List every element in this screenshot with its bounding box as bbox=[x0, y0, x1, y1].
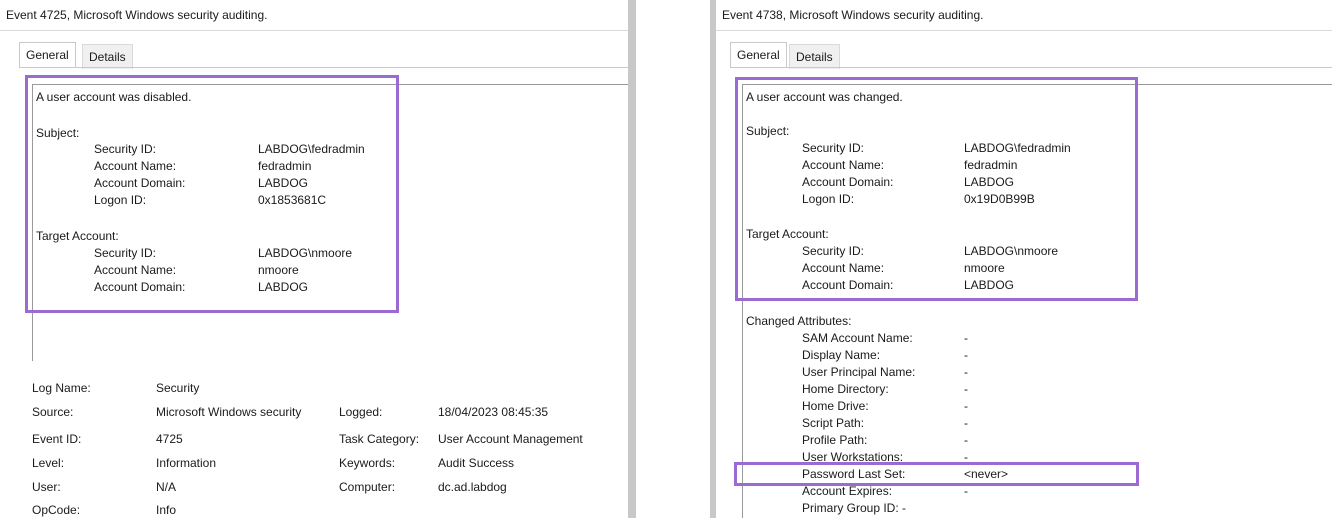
changed-attributes-heading: Changed Attributes: bbox=[746, 314, 852, 328]
right-tab-details[interactable]: Details bbox=[789, 44, 840, 69]
user-label: User: bbox=[32, 480, 61, 494]
home-directory-value: - bbox=[964, 382, 968, 396]
log-name-value: Security bbox=[156, 381, 200, 395]
right-highlight-box bbox=[735, 77, 1138, 301]
account-expires-value: - bbox=[964, 484, 968, 498]
left-tab-details[interactable]: Details bbox=[82, 44, 133, 69]
opcode-value: Info bbox=[156, 503, 177, 517]
logged-label: Logged: bbox=[339, 405, 383, 419]
home-drive-label: Home Drive: bbox=[802, 399, 869, 413]
password-last-set-highlight bbox=[734, 462, 1139, 486]
computer-value: dc.ad.labdog bbox=[438, 480, 507, 494]
source-value: Microsoft Windows security bbox=[156, 405, 302, 419]
right-tab-strip-line bbox=[730, 67, 1332, 68]
display-name-label: Display Name: bbox=[802, 348, 881, 362]
script-path-label: Script Path: bbox=[802, 416, 865, 430]
script-path-value: - bbox=[964, 416, 968, 430]
right-event-panel: Event 4738, Microsoft Windows security a… bbox=[716, 0, 1332, 518]
keywords-label: Keywords: bbox=[339, 456, 396, 470]
left-event-panel: Event 4725, Microsoft Windows security a… bbox=[0, 0, 628, 518]
task-category-value: User Account Management bbox=[438, 432, 583, 446]
event-id-label: Event ID: bbox=[32, 432, 82, 446]
sam-account-name-value: - bbox=[964, 331, 968, 345]
account-expires-label: Account Expires: bbox=[802, 484, 893, 498]
left-window-title: Event 4725, Microsoft Windows security a… bbox=[0, 0, 628, 31]
primary-group-id: Primary Group ID: - bbox=[802, 501, 907, 515]
level-value: Information bbox=[156, 456, 217, 470]
right-window-title: Event 4738, Microsoft Windows security a… bbox=[716, 0, 1332, 31]
gap-between-windows bbox=[636, 0, 710, 518]
sam-account-name-label: SAM Account Name: bbox=[802, 331, 913, 345]
home-drive-value: - bbox=[964, 399, 968, 413]
user-principal-name-label: User Principal Name: bbox=[802, 365, 916, 379]
display-name-value: - bbox=[964, 348, 968, 362]
user-value: N/A bbox=[156, 480, 177, 494]
right-tab-general[interactable]: General bbox=[730, 42, 787, 67]
logged-value: 18/04/2023 08:45:35 bbox=[438, 405, 549, 419]
level-label: Level: bbox=[32, 456, 65, 470]
home-directory-label: Home Directory: bbox=[802, 382, 889, 396]
profile-path-label: Profile Path: bbox=[802, 433, 868, 447]
user-principal-name-value: - bbox=[964, 365, 968, 379]
left-highlight-box bbox=[25, 75, 399, 313]
profile-path-value: - bbox=[964, 433, 968, 447]
event-id-value: 4725 bbox=[156, 432, 183, 446]
task-category-label: Task Category: bbox=[339, 432, 420, 446]
source-label: Source: bbox=[32, 405, 74, 419]
log-name-label: Log Name: bbox=[32, 381, 91, 395]
keywords-value: Audit Success bbox=[438, 456, 515, 470]
left-tab-general[interactable]: General bbox=[19, 42, 76, 67]
computer-label: Computer: bbox=[339, 480, 396, 494]
opcode-label: OpCode: bbox=[32, 503, 81, 517]
left-tab-strip-line bbox=[19, 67, 628, 68]
left-window-edge bbox=[628, 0, 636, 518]
